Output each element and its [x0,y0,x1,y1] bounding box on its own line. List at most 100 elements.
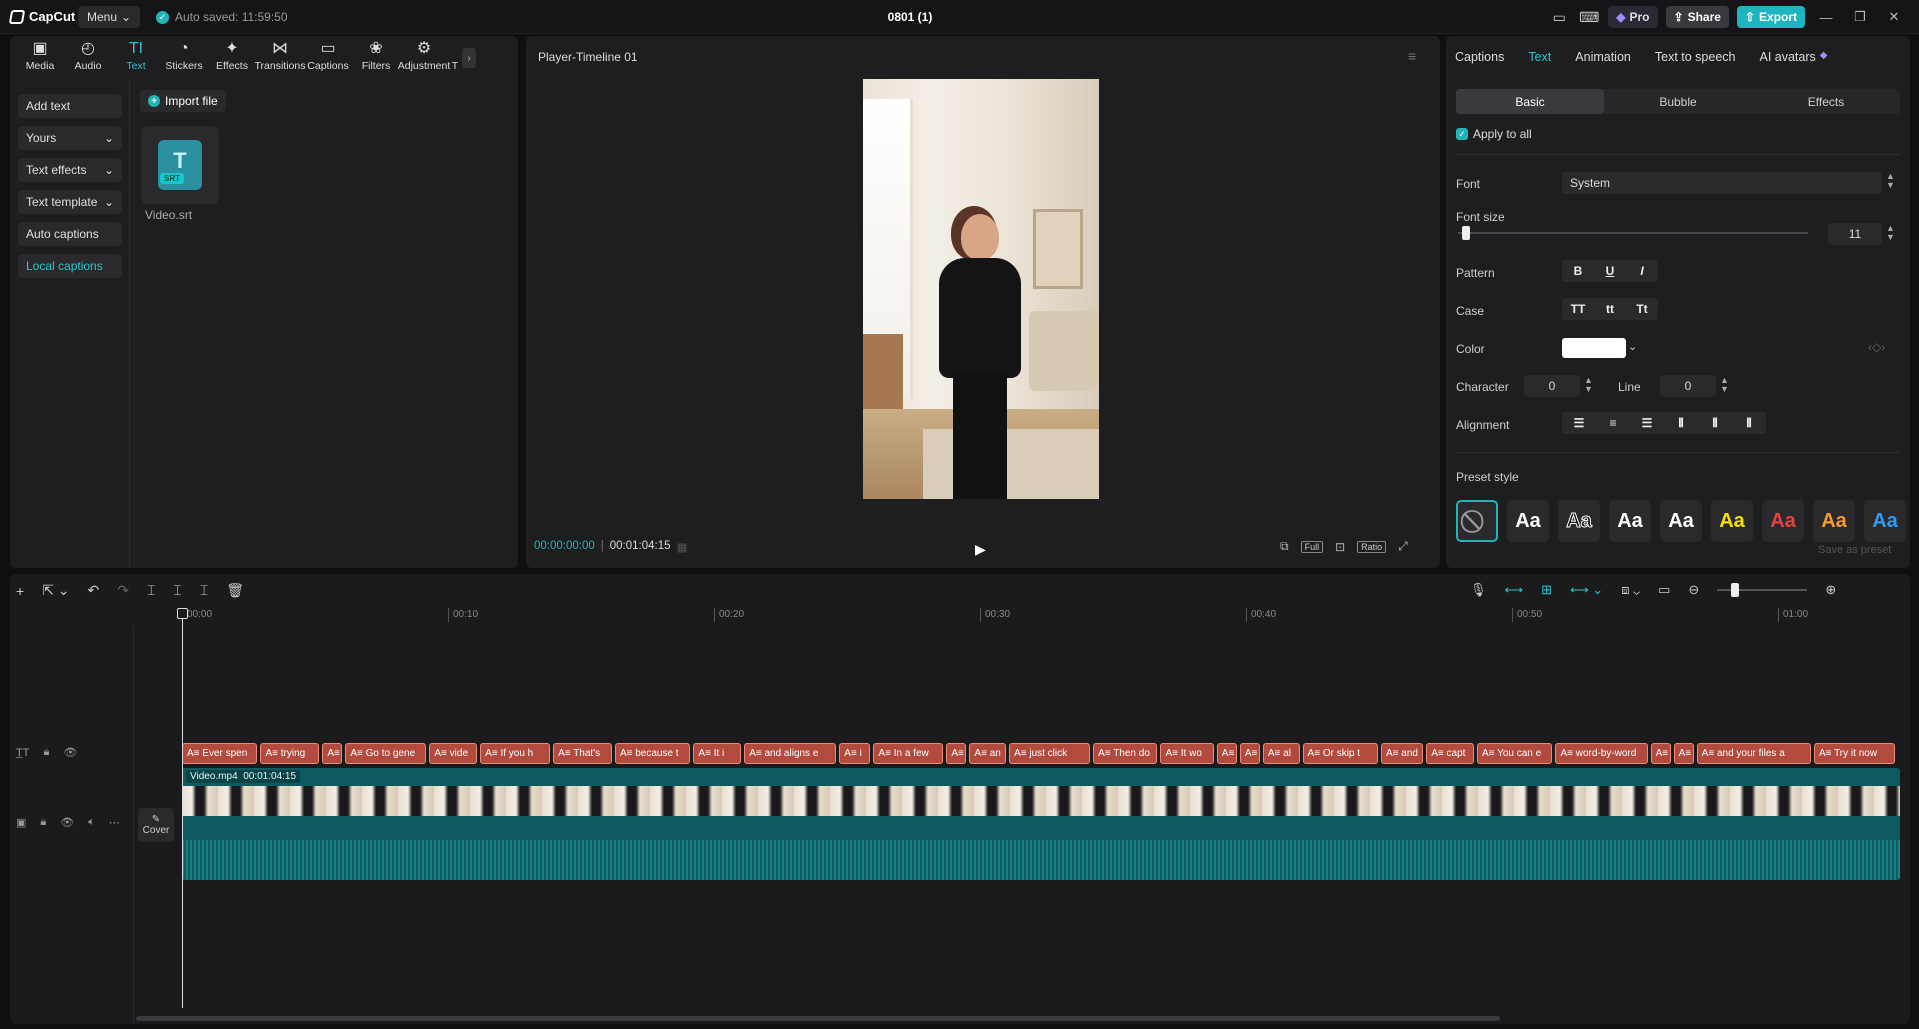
line-spacing-input[interactable]: 0 [1660,375,1716,397]
caption-clip[interactable]: A≡ In a few [873,743,944,764]
text-color-swatch[interactable] [1562,338,1626,358]
caption-clip[interactable]: A≡ capt [1426,743,1474,764]
subtab-basic[interactable]: Basic [1456,89,1604,114]
font-size-slider[interactable] [1458,232,1808,234]
caption-clip[interactable]: A≡ [1216,743,1237,764]
caption-clip[interactable]: A≡ Or skip t [1302,743,1379,764]
apply-to-all-checkbox[interactable]: ✓ Apply to all [1456,127,1532,141]
pattern-b-button[interactable]: B [1562,264,1594,278]
lock-icon[interactable]: 🔒︎ [43,746,49,759]
layout-icon[interactable]: ▭ [1548,9,1570,26]
share-button[interactable]: ⇪ Share [1665,6,1729,28]
caption-clip[interactable]: A≡ [1673,743,1694,764]
caption-clip[interactable]: A≡ word-by-word [1555,743,1648,764]
toolbar-transitions[interactable]: ⋈ Transitions [255,40,306,72]
toolbar-audio[interactable]: ◴ Audio [64,40,112,72]
video-preview[interactable] [863,79,1099,499]
case-tt-button[interactable]: TT [1562,302,1594,316]
align-left-icon[interactable]: ☰ [1562,416,1596,430]
tab-text[interactable]: Text [1528,50,1551,64]
font-select-stepper[interactable]: ▲ ▼ [1886,172,1895,190]
font-size-slider-handle[interactable] [1462,226,1470,240]
preview-axis-icon[interactable]: ⧈ ⌄ [1621,582,1640,598]
eye-icon[interactable]: 👁︎ [60,816,74,829]
valign-middle-icon[interactable]: ⫴ [1698,416,1732,431]
caption-clip[interactable]: A≡ It i [693,743,742,764]
caption-clip[interactable]: A≡ Go to gene [345,743,427,764]
zoom-out-icon[interactable]: ⊖ [1688,582,1699,598]
delete-icon[interactable]: 🗑 [226,582,244,599]
eye-icon[interactable]: 👁︎ [63,746,77,759]
playhead[interactable] [182,608,183,1008]
undo-icon[interactable]: ↶ [88,582,100,599]
timeline-ruler[interactable]: 00:00 00:10 00:20 00:30 00:40 00:50 01:00 [148,608,1908,624]
pattern-u-button[interactable]: U [1594,264,1626,278]
sidenav-local-captions[interactable]: Local captions [18,254,122,278]
zoom-slider-handle[interactable] [1731,583,1740,597]
cover-button[interactable]: ✎ Cover [138,808,174,842]
video-clip[interactable]: Video.mp4 00:01:04:15 [182,768,1900,880]
close-icon[interactable]: ✕ [1881,9,1907,25]
preset-style-2[interactable]: Aa [1558,500,1600,542]
import-file-button[interactable]: + Import file [140,90,226,112]
fullscreen-icon[interactable]: ⤢ [1398,539,1408,554]
caption-clip[interactable]: A≡ vide [429,743,478,764]
keyboard-icon[interactable]: ⌨ [1578,9,1600,26]
zoom-slider[interactable] [1717,583,1808,597]
preset-style-4[interactable]: Aa [1660,500,1702,542]
lock-icon[interactable]: 🔒︎ [40,816,46,829]
magnet-icon[interactable]: ⊞ [1541,582,1552,598]
font-size-stepper[interactable]: ▲ ▼ [1886,224,1895,242]
caption-clip[interactable]: A≡ and your files a [1696,743,1811,764]
caption-clip[interactable]: A≡ Then do [1093,743,1158,764]
caption-clip[interactable]: A≡ an [969,743,1007,764]
case-tt-button[interactable]: tt [1594,302,1626,316]
srt-file-tile[interactable]: T SRT [141,126,219,204]
character-stepper[interactable]: ▲ ▼ [1584,376,1593,394]
subtab-bubble[interactable]: Bubble [1604,89,1752,114]
caption-clip[interactable]: A≡ That's [553,743,612,764]
select-tool-icon[interactable]: ⇱ ⌄ [42,582,69,599]
toolbar-media[interactable]: ▣ Media [16,40,64,72]
caption-clip[interactable]: A≡ Ever spen [182,743,258,764]
sidenav-yours[interactable]: Yours ⌄ [18,126,122,150]
play-icon[interactable]: ▶ [975,541,986,558]
pro-button[interactable]: ◆ Pro [1608,6,1658,28]
preset-style-1[interactable]: Aa [1507,500,1549,542]
playhead-handle[interactable] [177,608,188,619]
export-button[interactable]: ⇧ Export [1736,6,1805,28]
grid-icon[interactable]: ▦ [677,540,688,554]
character-spacing-input[interactable]: 0 [1524,375,1580,397]
preset-none[interactable]: ⃠ [1456,500,1498,542]
caption-clip[interactable]: A≡ [322,743,343,764]
toolbar-captions[interactable]: ▭ Captions [304,40,352,72]
caption-toggle-icon[interactable]: ▭ [1658,582,1670,598]
caption-clip[interactable]: A≡ It wo [1160,743,1214,764]
toolbar-t[interactable]: T [448,40,462,72]
restore-icon[interactable]: ❐ [1847,9,1873,25]
tab-ai-avatars[interactable]: AI avatars [1759,50,1815,64]
full-button[interactable]: Full [1300,540,1324,553]
zoom-in-icon[interactable]: ⊕ [1825,582,1836,598]
tab-captions[interactable]: Captions [1455,50,1504,64]
ratio-button[interactable]: Ratio [1357,540,1387,553]
tab-text-to-speech[interactable]: Text to speech [1655,50,1736,64]
caption-clip[interactable]: A≡ [1239,743,1260,764]
menu-button[interactable]: Menu ⌄ [78,6,141,28]
toolbar-scroll-right-icon[interactable]: › [462,48,476,68]
preset-style-8[interactable]: Aa [1864,500,1906,542]
caption-clip[interactable]: A≡ because t [614,743,691,764]
sidenav-text-effects[interactable]: Text effects ⌄ [18,158,122,182]
audio-icon[interactable]: 🔈︎ [88,816,95,829]
tab-animation[interactable]: Animation [1575,50,1631,64]
font-size-input[interactable]: 11 [1828,223,1882,245]
align-right-icon[interactable]: ☰ [1630,416,1664,430]
toolbar-adjustment[interactable]: ⚙ Adjustment [398,40,451,72]
sidenav-auto-captions[interactable]: Auto captions [18,222,122,246]
toolbar-text[interactable]: TI Text [112,40,160,72]
caption-clip[interactable]: A≡ and [1381,743,1424,764]
pattern-i-button[interactable]: I [1626,264,1658,278]
caption-clip[interactable]: A≡ [1650,743,1671,764]
split-right-icon[interactable]: ⌶ [200,582,208,599]
sync-icon[interactable]: ⧉ [1280,539,1289,554]
